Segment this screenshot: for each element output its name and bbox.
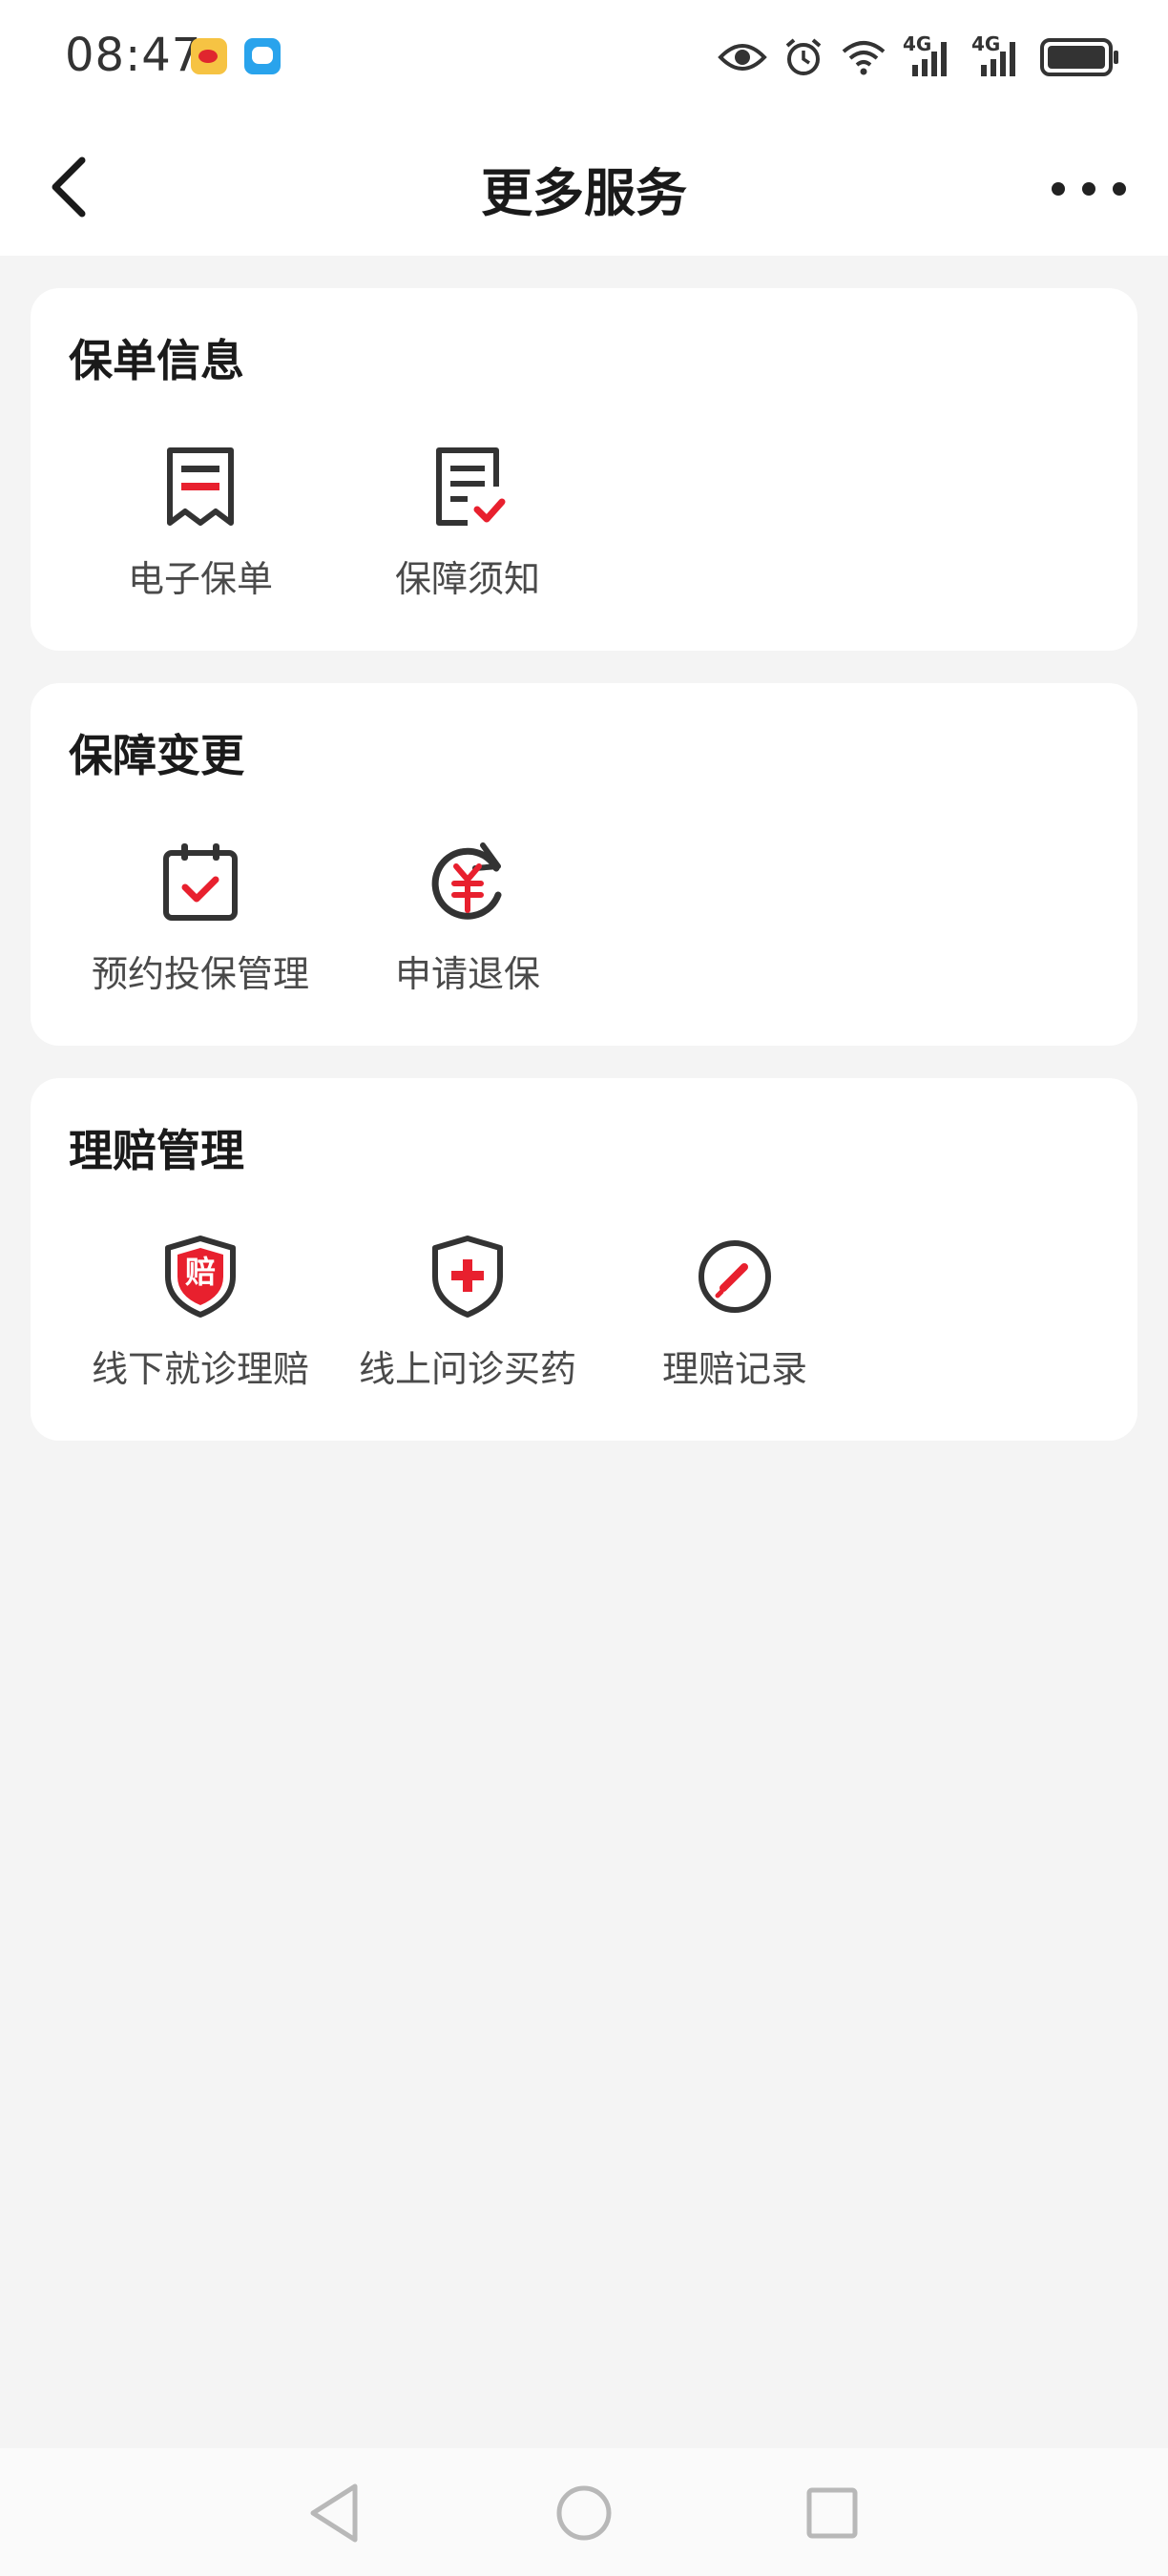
page-header: 更多服务 [0,114,1168,256]
record-edit-icon [697,1235,773,1319]
service-label: 申请退保 [394,953,540,995]
more-dot [1113,182,1126,196]
system-nav-bar [0,2448,1168,2576]
service-online-consultation[interactable]: 线上问诊买药 [334,1235,601,1406]
section-claims-management: 理赔管理 赔 线下就诊理赔 线上问诊买药 理赔记录 [31,1078,1137,1441]
service-label: 线下就诊理赔 [91,1348,309,1390]
page-title: 更多服务 [481,163,687,223]
section-title: 保单信息 [69,335,244,386]
status-icons: 4G 4G [718,32,1120,80]
section-policy-info: 保单信息 电子保单 保障须知 [31,288,1137,651]
section-coverage-change: 保障变更 预约投保管理 申请退保 [31,683,1137,1046]
eye-icon [718,44,767,71]
wifi-icon [842,41,886,75]
service-claim-records[interactable]: 理赔记录 [601,1235,868,1406]
calendar-check-icon [162,840,239,924]
service-label: 保障须知 [394,558,540,600]
section-title: 保障变更 [69,730,244,781]
service-label: 电子保单 [127,558,273,600]
signal-4g-icon: 4G [903,32,956,78]
back-triangle-icon [310,2483,358,2543]
service-e-policy[interactable]: 电子保单 [67,445,334,616]
claim-icon-text: 赔 [184,1254,216,1290]
status-time: 08:47 [65,29,202,82]
service-appointment-management[interactable]: 预约投保管理 [67,840,334,1011]
claim-shield-icon: 赔 [162,1235,239,1319]
battery-icon [1040,38,1118,76]
status-bar: 08:47 4G 4G [0,0,1168,114]
medical-shield-icon [429,1235,506,1319]
weibo-notification-icon [191,38,227,74]
service-cancel-policy[interactable]: 申请退保 [334,840,601,1011]
service-label: 预约投保管理 [91,953,309,995]
nav-back-button[interactable] [298,2475,374,2551]
service-coverage-notice[interactable]: 保障须知 [334,445,601,616]
more-dot [1052,182,1065,196]
alarm-icon [785,38,822,75]
service-offline-claim[interactable]: 赔 线下就诊理赔 [67,1235,334,1406]
document-check-icon [429,445,506,529]
more-dot [1082,182,1095,196]
more-button[interactable] [1048,158,1134,216]
document-icon [162,445,239,529]
nav-recents-button[interactable] [794,2475,870,2551]
service-label: 理赔记录 [661,1348,807,1390]
home-circle-icon [556,2485,612,2541]
signal-4g-icon: 4G [971,32,1025,78]
refund-yuan-icon [429,840,506,924]
section-title: 理赔管理 [69,1125,244,1176]
service-label: 线上问诊买药 [358,1348,576,1390]
nav-home-button[interactable] [546,2475,622,2551]
recents-square-icon [806,2487,858,2539]
message-notification-icon [244,38,281,74]
